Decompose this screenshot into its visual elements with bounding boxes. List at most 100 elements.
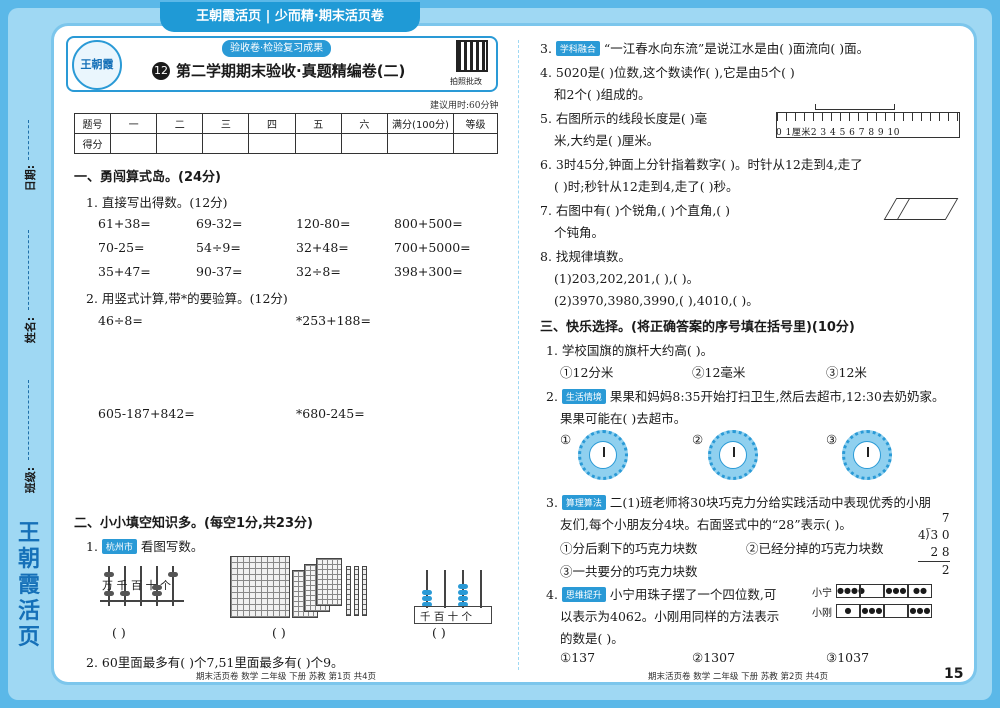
bead-cell: ●●● bbox=[860, 604, 884, 618]
q7-line2: 个钝角。 bbox=[554, 225, 605, 240]
clock-icon[interactable] bbox=[708, 430, 758, 480]
region-tag: 杭州市 bbox=[101, 539, 137, 554]
hundred-flat bbox=[316, 558, 342, 606]
abacus-labels: 万 千 百 十 个 bbox=[102, 579, 171, 592]
name-line bbox=[28, 230, 29, 310]
q2-2: 2. 60里面最多有( )个7,51里面最多有( )个9。 bbox=[86, 655, 344, 670]
q8-2: (2)3970,3980,3990,( ),4010,( )。 bbox=[554, 293, 759, 308]
clock-option-label[interactable]: ① bbox=[560, 432, 571, 447]
c3-line2: 友们,每个小朋友分4块。右面竖式中的“28”表示( )。 bbox=[560, 517, 852, 532]
q8-title: 8. 找规律填数。 bbox=[540, 249, 631, 264]
c4-line3: 的数是( )。 bbox=[560, 631, 624, 646]
c1-option[interactable]: ②12毫米 bbox=[692, 362, 745, 381]
q5-line2: 米,大约是( )厘米。 bbox=[554, 133, 660, 148]
header-subtitle: 验收卷·检验复习成果 bbox=[222, 40, 332, 57]
thousand-cube bbox=[230, 556, 290, 618]
c2-line1: 2. 生活情境 果果和妈妈8:35开始打扫卫生,然后去超市,12:30去奶奶家。 bbox=[546, 389, 945, 404]
time-note: 建议用时:60分钟 bbox=[430, 101, 499, 111]
c4-option[interactable]: ①137 bbox=[560, 650, 595, 665]
abacus-bead bbox=[458, 596, 468, 601]
c4-option[interactable]: ②1307 bbox=[692, 650, 735, 665]
calc-item: 398+300= bbox=[394, 264, 463, 279]
q4-line1: 4. 5020是( )位数,这个数读作( ),它是由5个( ) bbox=[540, 65, 795, 80]
answer-blank[interactable]: ( ) bbox=[432, 625, 446, 640]
score-value-row: 得分 bbox=[74, 133, 498, 154]
score-header-row: 题号 一 二 三 四 五 六 满分(100分) 等级 bbox=[74, 113, 498, 134]
bead-cell: ●●●● bbox=[836, 584, 865, 598]
c3-line1: 3. 算理算法 二(1)班老师将30块巧克力分给实践活动中表现优秀的小朋 bbox=[546, 495, 932, 510]
parallelogram-figure bbox=[883, 198, 959, 220]
q7-line1: 7. 右图中有( )个锐角,( )个直角,( ) bbox=[540, 203, 731, 218]
clock-hand bbox=[733, 447, 735, 457]
abacus-rod bbox=[444, 570, 446, 608]
q6-line1: 6. 3时45分,钟面上分针指着数字( )。时针从12走到4,走了 bbox=[540, 157, 863, 172]
section-2-title: 二、小小填空知识多。(每空1分,共23分) bbox=[74, 516, 313, 531]
c3-option[interactable]: ③一共要分的巧克力块数 bbox=[560, 561, 698, 580]
abacus-bead bbox=[458, 590, 468, 595]
c3-option[interactable]: ②已经分掉的巧克力块数 bbox=[746, 538, 884, 557]
calc-item: 70-25= bbox=[98, 240, 145, 255]
q3: 3. 学科融合 “一江春水向东流”是说江水是由( )面流向( )面。 bbox=[540, 41, 870, 56]
paper-number: 12 bbox=[152, 62, 170, 80]
answer-blank[interactable]: ( ) bbox=[112, 625, 126, 640]
vertical-calc-item: *253+188= bbox=[296, 313, 371, 328]
c1-option[interactable]: ③12米 bbox=[826, 362, 867, 381]
bead-cell bbox=[860, 584, 884, 598]
calc-item: 32÷8= bbox=[296, 264, 341, 279]
calc-item: 90-37= bbox=[196, 264, 243, 279]
c4-option[interactable]: ③1037 bbox=[826, 650, 869, 665]
line-segment bbox=[815, 104, 895, 110]
calc-item: 69-32= bbox=[196, 216, 243, 231]
method-tag: 算理算法 bbox=[561, 495, 606, 510]
vertical-calc-item: 605-187+842= bbox=[98, 406, 195, 421]
date-line bbox=[28, 120, 29, 160]
clock-face bbox=[589, 441, 617, 469]
thinking-tag: 思维提升 bbox=[561, 587, 606, 602]
ruler-numbers: 0 1厘米2 3 4 5 6 7 8 9 10 bbox=[776, 128, 900, 138]
qr-code-icon[interactable] bbox=[456, 40, 488, 72]
row-label: 小宁 bbox=[812, 588, 832, 599]
c3-option[interactable]: ①分后剩下的巧克力块数 bbox=[560, 538, 698, 557]
footer-left: 期末活页卷 数学 二年级 下册 苏教 第1页 共4页 bbox=[196, 672, 377, 682]
vertical-calc-item: *680-245= bbox=[296, 406, 365, 421]
bead-cell: ● bbox=[836, 604, 860, 618]
clock-hand bbox=[603, 447, 605, 457]
section-3-title: 三、快乐选择。(将正确答案的序号填在括号里)(10分) bbox=[540, 320, 855, 335]
ten-rod bbox=[362, 566, 367, 616]
abacus-bead bbox=[458, 584, 468, 589]
c1: 1. 学校国旗的旗杆大约高( )。 bbox=[546, 343, 714, 358]
clock-icon[interactable] bbox=[842, 430, 892, 480]
clock-icon[interactable] bbox=[578, 430, 628, 480]
q5-line1: 5. 右图所示的线段长度是( )毫 bbox=[540, 111, 708, 126]
footer-right: 期末活页卷 数学 二年级 下册 苏教 第2页 共4页 bbox=[648, 672, 829, 682]
q4-line2: 和2个( )组成的。 bbox=[554, 87, 651, 102]
ten-rod bbox=[354, 566, 359, 616]
c1-option[interactable]: ①12分米 bbox=[560, 362, 613, 381]
abacus-base bbox=[100, 600, 184, 602]
calc-item: 61+38= bbox=[98, 216, 151, 231]
answer-blank[interactable]: ( ) bbox=[272, 625, 286, 640]
q2-1: 1. 杭州市 看图写数。 bbox=[86, 539, 204, 554]
c2-line2: 果果可能在( )去超市。 bbox=[560, 411, 687, 426]
clock-hand bbox=[867, 447, 869, 457]
calc-item: 800+500= bbox=[394, 216, 463, 231]
context-tag: 生活情境 bbox=[561, 389, 606, 404]
date-field: 日期: bbox=[24, 164, 37, 192]
long-division: 7 4⟌3 0 2 8 2 bbox=[918, 511, 950, 577]
page-divider bbox=[518, 40, 519, 670]
bead-row-xiaoning: ●●●● ●●● ●● bbox=[836, 584, 932, 598]
clock-option-label[interactable]: ② bbox=[692, 432, 703, 447]
page-title: 第二学期期末验收·真题精编卷(二) bbox=[176, 62, 406, 80]
qr-label: 拍照批改 bbox=[450, 77, 482, 86]
abacus-bead bbox=[422, 596, 432, 601]
bead-cell: ●●● bbox=[908, 604, 932, 618]
score-table: 题号 一 二 三 四 五 六 满分(100分) 等级 得分 bbox=[74, 113, 498, 154]
clock-face bbox=[853, 441, 881, 469]
clock-option-label[interactable]: ③ bbox=[826, 432, 837, 447]
brand-vertical: 王 朝 霞 活 页 bbox=[17, 520, 40, 650]
q6-line2: ( )时;秒针从12走到4,走了( )秒。 bbox=[554, 179, 739, 194]
calc-item: 700+5000= bbox=[394, 240, 471, 255]
abacus-rod bbox=[480, 570, 482, 608]
c4-line2: 以表示为4062。小刚用同样的方法表示 bbox=[560, 609, 780, 624]
c4-line1: 4. 思维提升 小宁用珠子摆了一个四位数,可 bbox=[546, 587, 777, 602]
